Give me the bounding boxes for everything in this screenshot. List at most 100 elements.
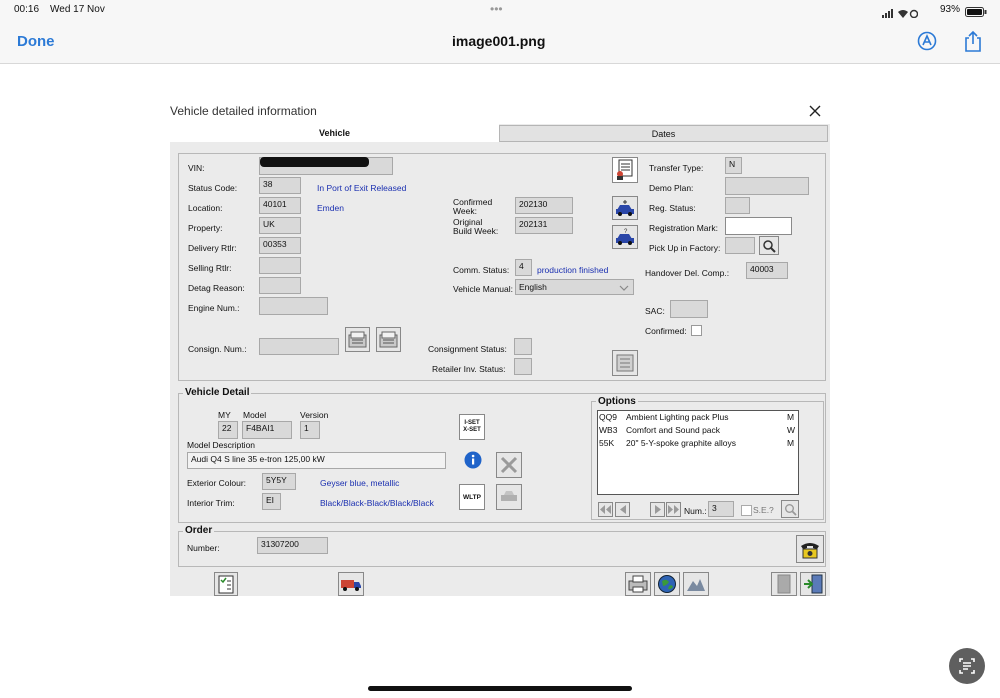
my-field[interactable]: 22: [218, 421, 238, 439]
demo-plan-field[interactable]: [725, 177, 809, 195]
phone-icon: [801, 543, 819, 559]
tab-vehicle[interactable]: Vehicle: [170, 124, 499, 142]
print-button[interactable]: [625, 572, 651, 596]
model-description-field[interactable]: Audi Q4 S line 35 e-tron 125,00 kW: [187, 452, 446, 469]
prev-page-button[interactable]: [615, 502, 630, 517]
next-icon: [654, 505, 661, 514]
prev-icon: [619, 505, 626, 514]
selling-rtlr-field[interactable]: [259, 257, 301, 274]
option-code: 55K: [599, 438, 615, 448]
option-desc: 20" 5-Y-spoke graphite alloys: [626, 438, 736, 448]
list-item[interactable]: QQ9 Ambient Lighting pack Plus M: [598, 412, 798, 425]
vehicle-transfer-button[interactable]: [612, 196, 638, 220]
car-icon: ?: [616, 229, 634, 245]
magnifier-icon: [784, 503, 797, 516]
status-date: Wed 17 Nov: [50, 4, 105, 15]
exterior-colour-field[interactable]: 5Y5Y: [262, 473, 296, 490]
order-number-label: Number:: [187, 543, 220, 553]
wltp-label: WLTP: [463, 493, 481, 501]
chevron-down-icon[interactable]: [617, 281, 631, 293]
list-item[interactable]: 55K 20" 5-Y-spoke graphite alloys M: [598, 438, 798, 451]
live-text-icon: [959, 658, 975, 674]
consignment-status-label: Consignment Status:: [428, 344, 507, 354]
model-description-label: Model Description: [187, 440, 256, 450]
info-icon[interactable]: [464, 451, 482, 469]
wltp-button[interactable]: WLTP: [459, 484, 485, 510]
num-label: Num.:: [684, 506, 707, 516]
consign-detail-button[interactable]: [376, 327, 401, 352]
transfer-type-field[interactable]: N: [725, 157, 742, 174]
interior-trim-text: Black/Black-Black/Black/Black: [320, 498, 434, 508]
handover-field[interactable]: 40003: [746, 262, 788, 279]
option-flag: M: [787, 412, 795, 422]
sac-field[interactable]: [670, 300, 708, 318]
location-field[interactable]: 40101: [259, 197, 301, 214]
delivery-rtlr-field[interactable]: 00353: [259, 237, 301, 254]
se-checkbox[interactable]: [741, 505, 752, 516]
options-list[interactable]: QQ9 Ambient Lighting pack Plus M WB3 Com…: [597, 410, 799, 495]
comm-status-field[interactable]: 4: [515, 259, 532, 276]
contract-person-button[interactable]: [612, 157, 638, 183]
checklist-icon: [616, 354, 634, 372]
interior-trim-field[interactable]: EI: [262, 493, 281, 510]
reg-mark-input[interactable]: [725, 217, 792, 235]
order-number-field[interactable]: 31307200: [257, 537, 328, 554]
close-icon[interactable]: [808, 104, 822, 118]
status-list-button[interactable]: [612, 350, 638, 376]
next-page-button[interactable]: [650, 502, 665, 517]
model-field[interactable]: F4BAI1: [242, 421, 292, 439]
iset-xset-label: I-SET X-SET: [463, 420, 481, 433]
tools-button[interactable]: [496, 452, 522, 478]
chart-button[interactable]: [683, 572, 709, 596]
location-text: Emden: [317, 203, 344, 213]
checklist-button[interactable]: [214, 572, 238, 596]
signal-wifi-icon: [882, 5, 919, 19]
consign-num-field[interactable]: [259, 338, 339, 355]
confirmed-checkbox[interactable]: [691, 325, 702, 336]
vehicle-query-button[interactable]: ?: [612, 225, 638, 249]
first-page-button[interactable]: [598, 502, 613, 517]
property-field[interactable]: UK: [259, 217, 301, 234]
home-indicator[interactable]: [368, 686, 632, 691]
multitask-dots[interactable]: •••: [490, 2, 503, 16]
fast-forward-icon: [668, 505, 679, 514]
num-field[interactable]: 3: [708, 501, 734, 517]
confirmed-week-field[interactable]: 202130: [515, 197, 573, 214]
engine-num-field[interactable]: [259, 297, 328, 315]
battery-percent: 93%: [940, 4, 961, 15]
iset-xset-button[interactable]: I-SET X-SET: [459, 414, 485, 440]
phone-button[interactable]: [796, 535, 824, 563]
tab-dates[interactable]: Dates: [499, 125, 828, 142]
demo-plan-label: Demo Plan:: [649, 183, 694, 193]
web-button[interactable]: [654, 572, 680, 596]
vehicle-manual-label: Vehicle Manual:: [453, 284, 514, 294]
door-button[interactable]: [771, 572, 797, 596]
exit-button[interactable]: [800, 572, 826, 596]
original-week-field[interactable]: 202131: [515, 217, 573, 234]
status-text: In Port of Exit Released: [317, 183, 407, 193]
list-item[interactable]: WB3 Comfort and Sound pack W: [598, 425, 798, 438]
last-page-button[interactable]: [666, 502, 681, 517]
interior-trim-label: Interior Trim:: [187, 498, 235, 508]
truck-icon: [341, 580, 361, 591]
car-detail-button[interactable]: [496, 484, 522, 510]
consignment-status-field[interactable]: [514, 338, 532, 355]
pickup-factory-field[interactable]: [725, 237, 755, 254]
share-icon[interactable]: [963, 30, 983, 52]
pickup-search-button[interactable]: [759, 236, 779, 255]
detag-reason-field[interactable]: [259, 277, 301, 294]
option-flag: W: [787, 425, 796, 435]
retailer-inv-field[interactable]: [514, 358, 532, 375]
truck-button[interactable]: [338, 572, 364, 596]
reg-status-field[interactable]: [725, 197, 750, 214]
consign-print-button[interactable]: [345, 327, 370, 352]
live-text-button[interactable]: [949, 648, 985, 684]
options-search-button[interactable]: [781, 500, 799, 518]
version-field[interactable]: 1: [300, 421, 320, 439]
vehicle-detail-legend: Vehicle Detail: [183, 387, 252, 398]
exterior-colour-label: Exterior Colour:: [187, 478, 247, 488]
status-code-field[interactable]: 38: [259, 177, 301, 194]
done-button[interactable]: Done: [17, 33, 55, 50]
markup-icon[interactable]: [917, 31, 937, 51]
reg-mark-label: Registration Mark:: [649, 223, 718, 233]
